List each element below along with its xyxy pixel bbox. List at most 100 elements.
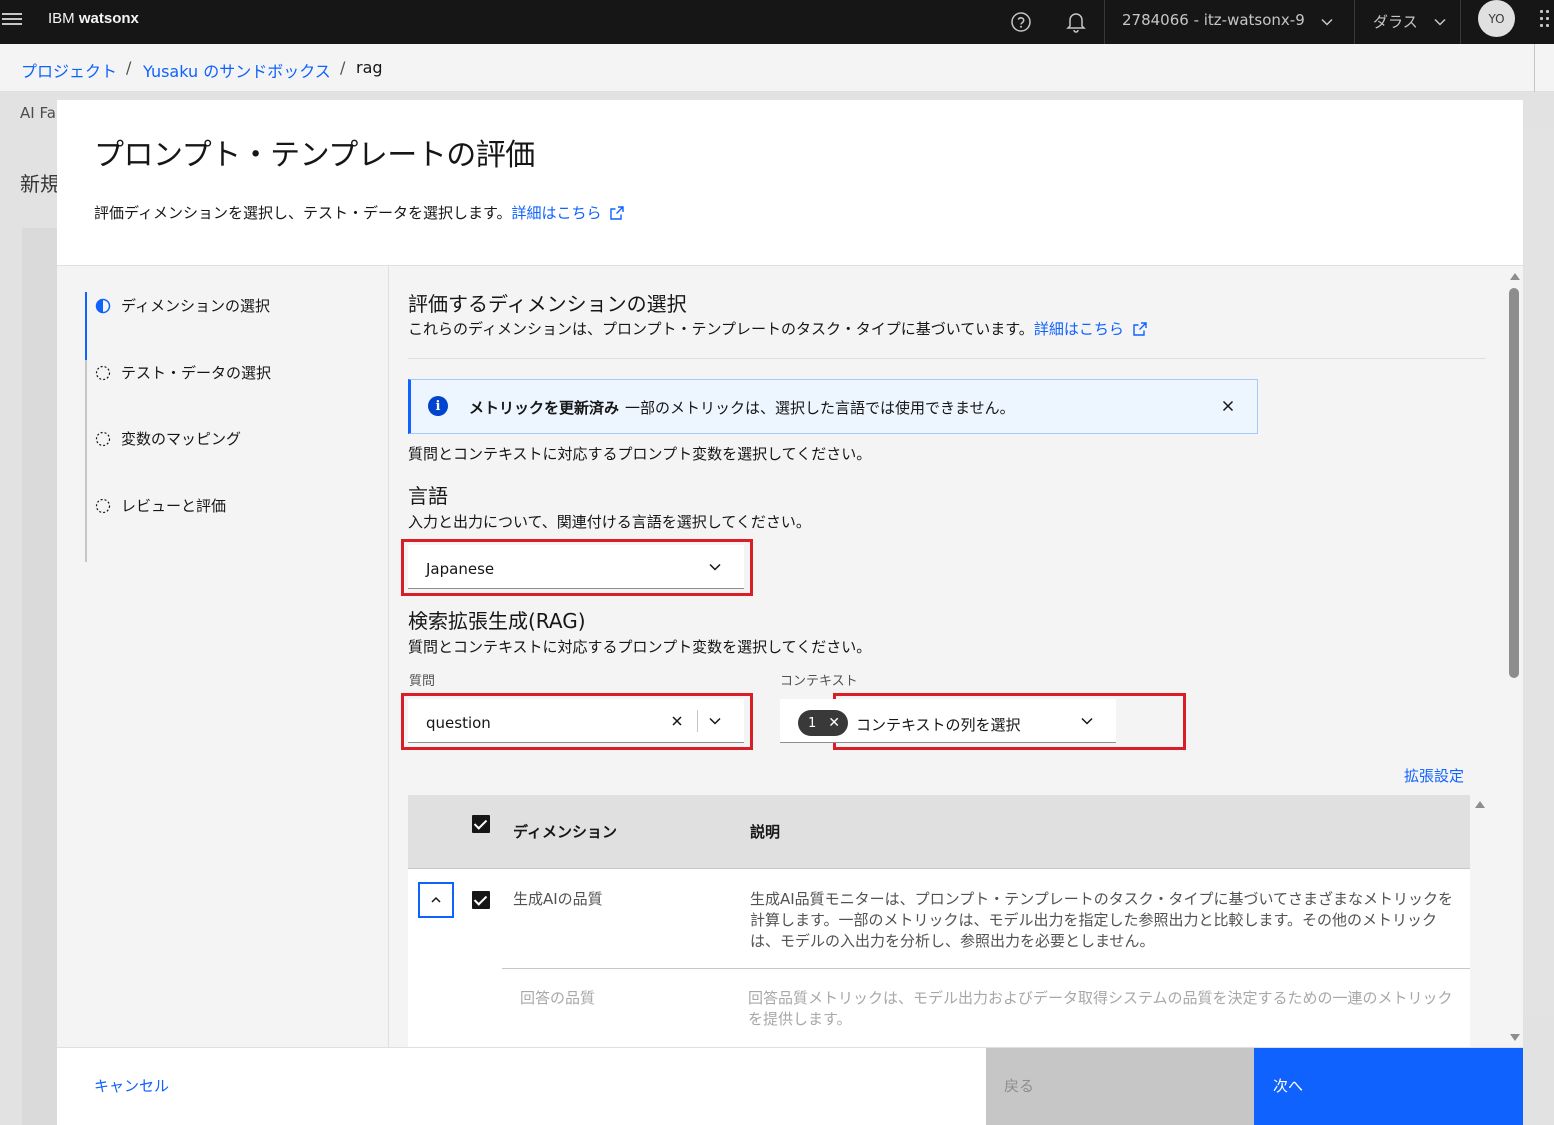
context-label: コンテキスト bbox=[780, 674, 858, 689]
column-header-dimension[interactable]: ディメンション bbox=[513, 821, 617, 842]
breadcrumb-divider bbox=[1534, 44, 1535, 92]
info-notification: i メトリックを更新済み 一部のメトリックは、選択した言語では使用できません。 bbox=[408, 379, 1258, 434]
header-divider bbox=[1354, 0, 1355, 44]
info-icon: i bbox=[428, 396, 448, 416]
step-label: テスト・データの選択 bbox=[121, 364, 272, 382]
section-title: 評価するディメンションの選択 bbox=[408, 292, 687, 316]
row-checkbox[interactable] bbox=[472, 891, 490, 909]
step-label: レビューと評価 bbox=[121, 497, 227, 515]
dimension-name: 生成AIの品質 bbox=[513, 890, 603, 908]
table-row: 回答の品質 回答品質メトリックは、モデル出力およびデータ取得システムの品質を決定… bbox=[408, 969, 1470, 1048]
breadcrumb-current: rag bbox=[356, 58, 383, 77]
external-link-icon[interactable] bbox=[609, 205, 625, 221]
section-subtitle-text: これらのディメンションは、プロンプト・テンプレートのタスク・タイプに基づいていま… bbox=[408, 320, 1034, 338]
dimension-description: 生成AI品質モニターは、プロンプト・テンプレートのタスク・タイプに基づいてさまざ… bbox=[750, 890, 1454, 950]
chevron-down-icon[interactable] bbox=[708, 714, 722, 728]
question-value: question bbox=[426, 714, 491, 732]
dimension-selection-panel: 評価するディメンションの選択 これらのディメンションは、プロンプト・テンプレート… bbox=[389, 266, 1523, 1048]
chevron-up-icon bbox=[431, 896, 441, 903]
next-button[interactable]: 次へ bbox=[1254, 1048, 1523, 1125]
selected-count: 1 bbox=[808, 715, 817, 731]
rag-title: 検索拡張生成(RAG) bbox=[408, 609, 586, 633]
help-icon[interactable] bbox=[1005, 6, 1037, 38]
modal-subtitle: 評価ディメンションを選択し、テスト・データを選択します。詳細はこちら bbox=[94, 202, 625, 223]
table-row: 生成AIの品質 生成AI品質モニターは、プロンプト・テンプレートのタスク・タイプ… bbox=[408, 869, 1470, 971]
section-learn-more-link[interactable]: 詳細はこちら bbox=[1034, 320, 1124, 338]
row-expand-button[interactable] bbox=[418, 882, 454, 918]
app-switcher-icon[interactable] bbox=[1540, 8, 1554, 36]
back-label: 戻る bbox=[1004, 1077, 1035, 1095]
evaluate-prompt-modal: プロンプト・テンプレートの評価 評価ディメンションを選択し、テスト・データを選択… bbox=[57, 100, 1523, 1125]
breadcrumb-sandbox[interactable]: Yusaku のサンドボックス bbox=[143, 58, 331, 82]
cancel-button[interactable]: キャンセル bbox=[57, 1048, 985, 1125]
notification-message: 一部のメトリックは、選択した言語では使用できません。 bbox=[625, 399, 1015, 417]
region-switcher[interactable]: ダラス bbox=[1373, 11, 1418, 32]
close-icon[interactable] bbox=[1221, 399, 1235, 413]
advanced-settings-link[interactable]: 拡張設定 bbox=[1404, 765, 1464, 786]
breadcrumb-projects[interactable]: プロジェクト bbox=[21, 58, 117, 82]
notification-text: メトリックを更新済み 一部のメトリックは、選択した言語では使用できません。 bbox=[469, 397, 1015, 418]
column-header-description: 説明 bbox=[750, 823, 781, 841]
progress-indicator: ディメンションの選択 テスト・データの選択 変数のマッピング レビューと評価 bbox=[57, 266, 389, 1048]
breadcrumb: プロジェクト / Yusaku のサンドボックス / rag bbox=[0, 44, 1554, 92]
step-variable-mapping[interactable]: 変数のマッピング bbox=[95, 428, 241, 449]
question-combobox[interactable]: question bbox=[408, 699, 744, 743]
step-review-evaluate[interactable]: レビューと評価 bbox=[95, 495, 226, 516]
modal-title: プロンプト・テンプレートの評価 bbox=[94, 138, 535, 173]
brand-name[interactable]: IBM watsonx bbox=[48, 10, 139, 27]
step-select-dimensions[interactable]: ディメンションの選択 bbox=[95, 295, 270, 316]
language-value: Japanese bbox=[426, 560, 495, 578]
breadcrumb-separator: / bbox=[126, 58, 132, 77]
step-select-test-data[interactable]: テスト・データの選択 bbox=[95, 362, 271, 383]
breadcrumb-separator: / bbox=[340, 58, 346, 77]
back-button[interactable]: 戻る bbox=[986, 1048, 1254, 1125]
table-header: ディメンション 説明 bbox=[408, 795, 1470, 869]
scroll-down-icon[interactable] bbox=[1510, 1034, 1520, 1041]
dimension-name: 回答の品質 bbox=[520, 989, 596, 1007]
modal-body: ディメンションの選択 テスト・データの選択 変数のマッピング レビューと評価 評… bbox=[57, 265, 1523, 1048]
section-divider bbox=[408, 358, 1486, 359]
selected-count-tag[interactable]: 1 ✕ bbox=[798, 710, 848, 736]
external-link-icon[interactable] bbox=[1132, 321, 1148, 337]
rag-subtitle: 質問とコンテキストに対応するプロンプト変数を選択してください。 bbox=[408, 638, 872, 656]
clear-selection-icon[interactable]: ✕ bbox=[828, 715, 840, 731]
notification-title: メトリックを更新済み bbox=[469, 399, 620, 417]
step-current-icon bbox=[95, 298, 111, 313]
header-divider bbox=[1104, 0, 1105, 44]
combobox-divider bbox=[697, 710, 698, 732]
context-placeholder: コンテキストの列を選択 bbox=[856, 716, 1021, 734]
question-label: 質問 bbox=[409, 674, 436, 689]
language-title: 言語 bbox=[408, 484, 448, 508]
step-incomplete-icon bbox=[95, 498, 111, 513]
scrollbar-thumb[interactable] bbox=[1509, 288, 1519, 678]
step-label: 変数のマッピング bbox=[121, 430, 242, 448]
language-subtitle: 入力と出力について、関連付ける言語を選択してください。 bbox=[408, 513, 811, 531]
language-dropdown[interactable]: Japanese bbox=[408, 545, 744, 589]
modal-subtitle-text: 評価ディメンションを選択し、テスト・データを選択します。 bbox=[94, 204, 512, 222]
chevron-down-icon[interactable] bbox=[1433, 15, 1447, 29]
header-divider bbox=[1460, 0, 1461, 44]
chevron-down-icon[interactable] bbox=[1080, 714, 1094, 728]
avatar[interactable]: YO bbox=[1478, 0, 1515, 37]
variables-instruction: 質問とコンテキストに対応するプロンプト変数を選択してください。 bbox=[408, 445, 872, 463]
notification-icon[interactable] bbox=[1060, 6, 1092, 38]
chevron-down-icon[interactable] bbox=[708, 560, 722, 574]
clear-icon[interactable] bbox=[670, 714, 684, 728]
next-label: 次へ bbox=[1273, 1077, 1304, 1095]
scroll-up-icon[interactable] bbox=[1510, 273, 1520, 280]
context-multiselect[interactable]: 1 ✕ コンテキストの列を選択 bbox=[780, 699, 1116, 743]
cancel-label: キャンセル bbox=[94, 1077, 170, 1095]
brand-product: watsonx bbox=[78, 10, 139, 27]
step-incomplete-icon bbox=[95, 365, 111, 380]
dimension-description: 回答品質メトリックは、モデル出力およびデータ取得システムの品質を決定するための一… bbox=[748, 989, 1453, 1028]
modal-footer: キャンセル 戻る 次へ bbox=[57, 1047, 1523, 1125]
section-subtitle: これらのディメンションは、プロンプト・テンプレートのタスク・タイプに基づいていま… bbox=[408, 318, 1148, 339]
chevron-down-icon[interactable] bbox=[1320, 15, 1334, 29]
step-label: ディメンションの選択 bbox=[121, 297, 270, 315]
menu-icon[interactable] bbox=[2, 10, 22, 28]
brand-prefix: IBM bbox=[48, 10, 75, 27]
account-switcher[interactable]: 2784066 - itz-watsonx-9 bbox=[1122, 11, 1305, 29]
select-all-checkbox[interactable] bbox=[472, 815, 490, 833]
learn-more-link[interactable]: 詳細はこちら bbox=[511, 204, 601, 222]
table-scroll-up-icon[interactable] bbox=[1475, 801, 1485, 808]
